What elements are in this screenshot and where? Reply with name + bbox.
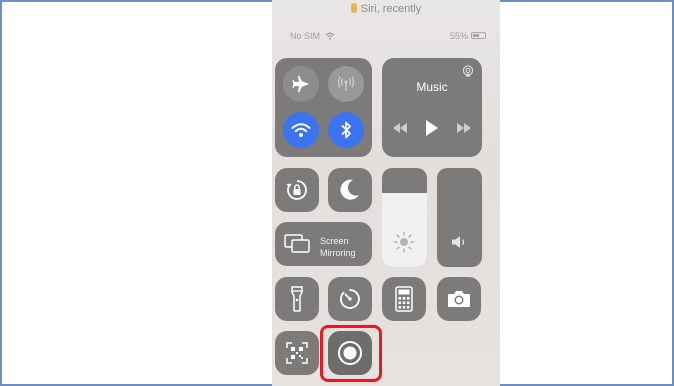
- carrier-label: No SIM: [290, 31, 321, 41]
- music-module[interactable]: Music: [382, 58, 482, 157]
- wifi-icon: [325, 32, 334, 40]
- status-left: No SIM: [290, 31, 335, 41]
- cellular-data-toggle[interactable]: [328, 66, 364, 102]
- sun-icon: [393, 231, 415, 253]
- screen-mirroring-icon: [284, 234, 310, 253]
- screen-mirroring-button[interactable]: Screen Mirroring: [275, 222, 372, 266]
- media-controls: [392, 120, 472, 136]
- calculator-icon: [395, 286, 413, 312]
- rotation-lock-icon: [286, 180, 307, 200]
- siri-banner: Siri, recently: [272, 3, 500, 15]
- bluetooth-toggle[interactable]: [328, 112, 364, 148]
- airplane-icon: [292, 75, 310, 93]
- speaker-icon: [452, 236, 465, 248]
- highlight-box: [320, 325, 382, 382]
- bluetooth-icon: [341, 121, 351, 139]
- screen-mirroring-label: Screen Mirroring: [320, 235, 356, 259]
- flashlight-button[interactable]: [275, 277, 319, 321]
- volume-slider[interactable]: [437, 168, 482, 267]
- screen-mirroring-line1: Screen: [320, 236, 349, 246]
- wifi-icon: [291, 123, 311, 137]
- qr-code-scanner-button[interactable]: [275, 331, 319, 375]
- battery-icon: [471, 32, 486, 39]
- siri-banner-text: Siri, recently: [360, 3, 422, 15]
- moon-icon: [340, 179, 359, 200]
- fast-forward-icon[interactable]: [456, 123, 472, 133]
- brightness-slider[interactable]: [382, 168, 427, 267]
- brightness-fill: [382, 192, 427, 267]
- qr-code-icon: [286, 342, 308, 364]
- battery-percent: 55%: [449, 31, 468, 41]
- screen-mirroring-line2: Mirroring: [320, 248, 356, 258]
- status-bar: No SIM 55%: [290, 31, 486, 43]
- flashlight-icon: [291, 286, 303, 312]
- connectivity-module: [275, 58, 372, 157]
- rewind-icon[interactable]: [392, 123, 408, 133]
- control-center: Siri, recently No SIM 55% Music Screen M…: [272, 0, 500, 386]
- do-not-disturb-button[interactable]: [328, 168, 372, 212]
- status-right: 55%: [450, 31, 486, 41]
- airplay-icon[interactable]: [462, 65, 474, 77]
- calculator-button[interactable]: [382, 277, 426, 321]
- camera-icon: [448, 291, 470, 307]
- cellular-icon: [337, 76, 355, 91]
- timer-icon: [340, 289, 360, 309]
- play-icon[interactable]: [425, 120, 439, 136]
- wifi-toggle[interactable]: [283, 112, 319, 148]
- camera-button[interactable]: [437, 277, 481, 321]
- timer-button[interactable]: [328, 277, 372, 321]
- airplane-mode-toggle[interactable]: [283, 66, 319, 102]
- microphone-icon: [350, 3, 357, 13]
- music-title: Music: [416, 80, 448, 94]
- rotation-lock-button[interactable]: [275, 168, 319, 212]
